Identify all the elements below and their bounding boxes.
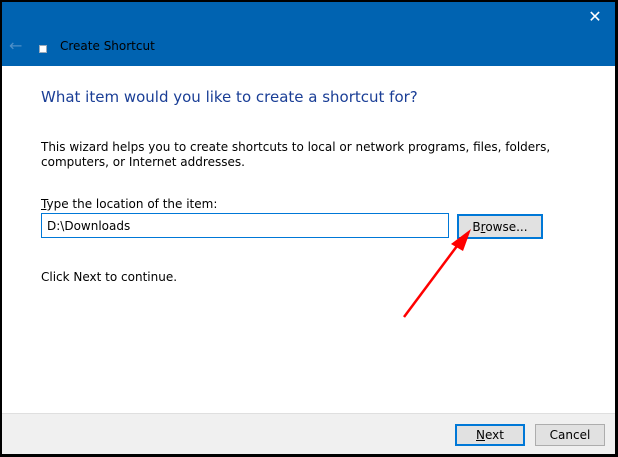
red-annotation-arrow xyxy=(402,229,471,318)
